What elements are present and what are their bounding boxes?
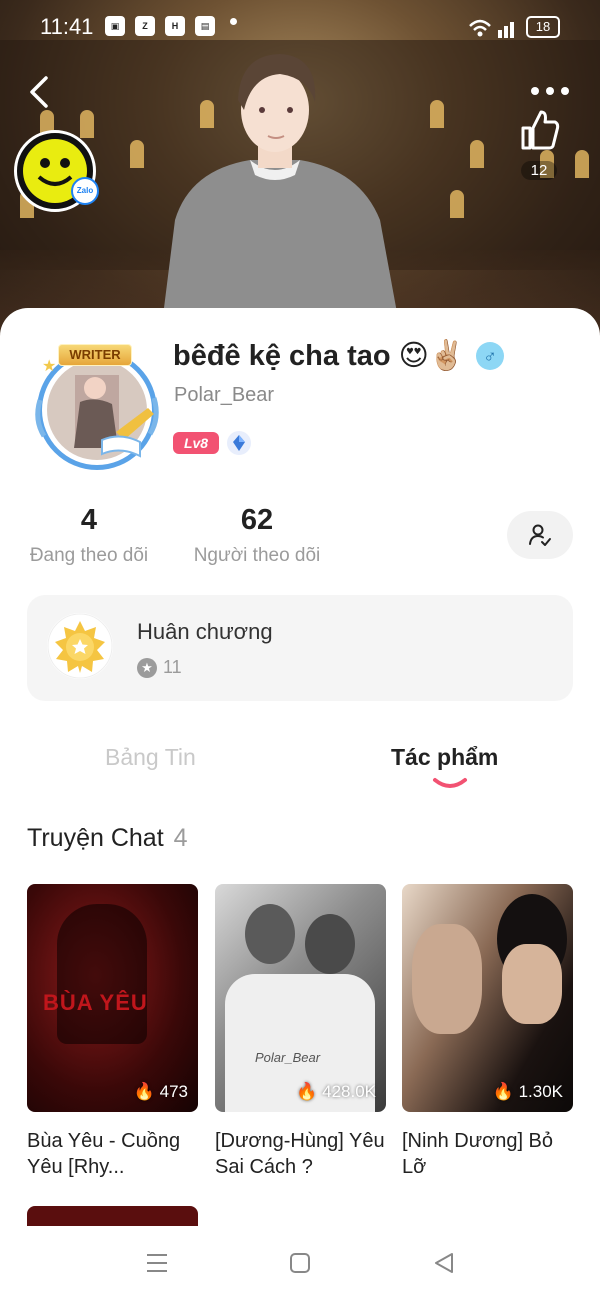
story-title: [Dương-Hùng] Yêu Sai Cách ? xyxy=(215,1130,385,1178)
section-count: 4 xyxy=(173,824,188,852)
window-light xyxy=(450,190,464,218)
like-count: 12 xyxy=(520,161,558,180)
cover-figure xyxy=(305,914,355,974)
followers-stat[interactable]: 62 Người theo dõi xyxy=(190,504,324,567)
follow-button[interactable] xyxy=(507,511,573,559)
zalo-notification-icon: Z xyxy=(135,16,155,36)
status-bar: 11:41 ▣ Z H ▤ 18 xyxy=(0,8,600,44)
story-card[interactable]: Polar_Bear 🔥 428.0K [Dương-Hùng] Yêu Sai… xyxy=(215,884,386,1180)
section-title: Truyện Chat 4 xyxy=(27,824,188,853)
thumbs-up-icon xyxy=(521,110,560,150)
window-light xyxy=(80,110,94,138)
story-card-partial[interactable] xyxy=(27,1206,198,1226)
signal-wifi-icon xyxy=(469,19,514,38)
active-tab-indicator xyxy=(433,778,467,788)
status-time: 11:41 xyxy=(40,14,94,39)
following-stat[interactable]: 4 Đang theo dõi xyxy=(27,504,151,567)
zalo-avatar[interactable]: Zalo xyxy=(14,130,99,212)
medals-card[interactable]: Huân chương ★ 11 xyxy=(27,595,573,701)
window-light xyxy=(430,100,444,128)
medals-count: 11 xyxy=(163,657,182,677)
app-notification-icon: ▤ xyxy=(195,16,215,36)
story-card[interactable]: BÙA YÊU 🔥 473 Bùa Yêu - Cuồng Yêu [Rhy..… xyxy=(27,884,198,1180)
back-nav-icon[interactable] xyxy=(432,1252,456,1274)
story-cover: Polar_Bear 🔥 428.0K xyxy=(215,884,386,1112)
story-cover: 🔥 1.30K xyxy=(402,884,573,1112)
following-count: 4 xyxy=(80,504,98,536)
views-count: 🔥 473 xyxy=(134,1082,188,1102)
tab-works[interactable]: Tác phẩm xyxy=(391,744,498,771)
profile-name: bêđê kệ cha tao 😍✌🏼 xyxy=(173,340,465,372)
medals-title: Huân chương xyxy=(137,619,273,644)
story-title: Bùa Yêu - Cuồng Yêu [Rhy... xyxy=(27,1130,181,1178)
menu-icon[interactable] xyxy=(145,1252,169,1274)
cover-figure xyxy=(502,944,562,1024)
views-value: 428.0K xyxy=(322,1082,376,1101)
story-title: [Ninh Dương] Bỏ Lỡ xyxy=(402,1130,554,1178)
more-options-icon[interactable] xyxy=(530,86,570,96)
views-count: 🔥 1.30K xyxy=(493,1082,563,1102)
app-notification-icon: ▣ xyxy=(105,16,125,36)
medal-icon xyxy=(47,613,113,679)
flame-icon: 🔥 xyxy=(492,1082,514,1101)
following-label: Đang theo dõi xyxy=(29,545,149,566)
followers-label: Người theo dõi xyxy=(193,545,321,566)
home-icon[interactable] xyxy=(288,1252,312,1274)
section-title-label: Truyện Chat xyxy=(27,824,164,852)
cover-figure xyxy=(412,924,482,1034)
back-arrow-icon[interactable] xyxy=(22,72,62,112)
story-cover: BÙA YÊU 🔥 473 xyxy=(27,884,198,1112)
tab-feed[interactable]: Bảng Tin xyxy=(105,744,196,771)
character-illustration xyxy=(160,54,402,340)
level-badge: Lv8 xyxy=(173,432,219,454)
profile-username: Polar_Bear xyxy=(174,384,275,406)
user-check-icon xyxy=(529,524,551,546)
zalo-badge-icon: Zalo xyxy=(71,177,99,205)
system-navigation-bar xyxy=(0,1226,600,1300)
views-value: 1.30K xyxy=(518,1082,563,1101)
male-gender-icon: ♂ xyxy=(476,342,504,370)
battery-icon: 18 xyxy=(526,16,560,38)
views-count: 🔥 428.0K xyxy=(296,1082,376,1102)
star-icon: ★ xyxy=(42,358,57,375)
diamond-badge-icon xyxy=(227,431,251,455)
writer-badge: WRITER xyxy=(58,344,132,366)
cover-figure xyxy=(57,904,147,1044)
medal-star-icon: ★ xyxy=(137,658,157,679)
window-light xyxy=(470,140,484,168)
window-light xyxy=(575,150,589,178)
flame-icon: 🔥 xyxy=(133,1082,155,1101)
like-button[interactable]: 12 xyxy=(512,108,566,180)
app-h-notification-icon: H xyxy=(165,16,185,36)
cover-title-text: BÙA YÊU xyxy=(43,990,148,1015)
followers-count: 62 xyxy=(240,504,274,536)
cover-signature: Polar_Bear xyxy=(255,1050,321,1065)
medals-count-row: ★ 11 xyxy=(137,657,182,679)
notification-dot-icon xyxy=(230,18,237,25)
cover-figure xyxy=(245,904,295,964)
views-value: 473 xyxy=(159,1082,188,1101)
story-card[interactable]: 🔥 1.30K [Ninh Dương] Bỏ Lỡ xyxy=(402,884,573,1180)
flame-icon: 🔥 xyxy=(296,1082,318,1101)
